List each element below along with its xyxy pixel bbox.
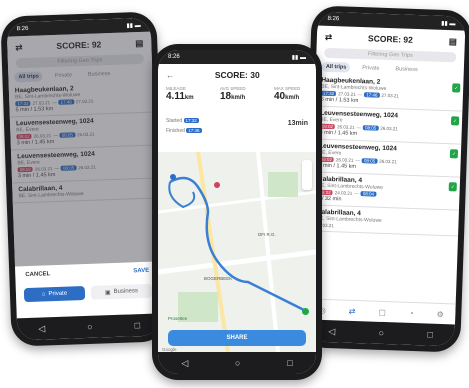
cancel-button[interactable]: CANCEL bbox=[25, 271, 50, 278]
route-map bbox=[158, 152, 316, 352]
score-title: SCORE: 92 bbox=[367, 33, 414, 45]
private-check-icon[interactable]: ✓ bbox=[452, 83, 461, 93]
back-arrow-icon[interactable]: ← bbox=[166, 70, 175, 80]
avg-speed-unit: km/h bbox=[231, 95, 246, 101]
end-badge: 08:05 bbox=[362, 125, 379, 131]
started-label: Started bbox=[166, 118, 183, 124]
mileage-unit: km bbox=[184, 95, 194, 101]
battery-icon: ▮▮ ▬ bbox=[441, 20, 456, 27]
trips-icon[interactable]: ⇄ bbox=[349, 306, 356, 315]
center-screen: 8:26 ▮▮ ▬ ← SCORE: 30 MILEAGE 4.11km AVG S… bbox=[158, 50, 316, 374]
android-nav-bar: ◁ ○ □ bbox=[158, 352, 316, 374]
tab-all-trips[interactable]: All trips bbox=[321, 61, 351, 73]
status-time: 8:26 bbox=[16, 25, 29, 33]
back-nav-icon[interactable]: ◁ bbox=[38, 323, 45, 334]
trip-start-date: 24.03.21 bbox=[334, 190, 353, 196]
private-button[interactable]: ⌂ Private bbox=[23, 286, 86, 303]
finished-row: Finished 17:46 bbox=[166, 128, 202, 134]
briefcase-icon: ▣ bbox=[104, 289, 111, 296]
private-check-icon[interactable]: ✓ bbox=[450, 116, 460, 126]
header: ← SCORE: 30 bbox=[158, 64, 316, 86]
private-label: Private bbox=[48, 290, 68, 298]
time-panel: Started 17:32 Finished 17:46 13min bbox=[158, 116, 316, 138]
document-icon[interactable]: ▤ bbox=[449, 36, 457, 47]
max-speed-unit: km/h bbox=[285, 95, 300, 101]
avg-speed-value: 18 bbox=[220, 91, 232, 102]
map-road-label: BOGERBEEK bbox=[204, 276, 233, 281]
avg-speed-stat: AVG SPEED 18km/h bbox=[220, 86, 246, 102]
battery-icon: ▮▮ ▬ bbox=[126, 22, 141, 29]
private-check-icon[interactable]: ✓ bbox=[448, 182, 457, 192]
start-badge: 17:32 bbox=[320, 90, 337, 97]
start-badge: 08:02 bbox=[319, 123, 336, 130]
right-phone: 8:26 ▮▮ ▬ ⇄ SCORE: 92 ▤ Filtering Geo Tri… bbox=[300, 5, 469, 353]
list-item[interactable]: Leuvensesteenweg, 1024 BE, Evere 08:02 26… bbox=[313, 106, 463, 145]
list-item[interactable]: Calabrillaan, 4 BE, Sint-Lambrechts-Wolu… bbox=[311, 172, 461, 211]
max-speed-value: 40 bbox=[274, 91, 286, 102]
back-icon[interactable]: ⇄ bbox=[325, 31, 332, 42]
recents-nav-icon[interactable]: □ bbox=[134, 320, 140, 330]
trip-end-date: 27.03.21 bbox=[381, 92, 400, 99]
trip-start-date: 27.03.21 bbox=[338, 91, 356, 97]
trip-stats-panel: MILEAGE 4.11km AVG SPEED 18km/h MAX SPEED 4… bbox=[158, 86, 316, 116]
recents-nav-icon[interactable]: □ bbox=[287, 358, 292, 368]
duration-value: 13min bbox=[287, 120, 308, 127]
status-time: 8:26 bbox=[168, 54, 180, 60]
end-badge: 08:04 bbox=[360, 191, 377, 197]
settings-icon[interactable]: ⚙ bbox=[436, 309, 443, 318]
score-title: SCORE: 30 bbox=[214, 70, 260, 80]
home-icon: ⌂ bbox=[41, 291, 46, 298]
list-item[interactable]: Leuvensesteenweg, 1024 BE, Evere 08:02 26… bbox=[312, 139, 462, 178]
max-speed-stat: MAX SPEED 40km/h bbox=[274, 86, 300, 102]
private-check-icon[interactable]: ✓ bbox=[449, 149, 459, 159]
finished-label: Finished bbox=[166, 128, 185, 134]
list-item[interactable]: Calabrillaan, 4 BE, Sint-Lambrechts-Wolu… bbox=[310, 205, 459, 237]
end-badge: 17:46 bbox=[364, 92, 380, 98]
business-label: Business bbox=[113, 288, 139, 296]
tab-business[interactable]: Business bbox=[391, 64, 422, 75]
tab-private[interactable]: Private bbox=[358, 63, 383, 74]
back-nav-icon[interactable]: ◁ bbox=[181, 358, 188, 369]
android-nav-bar: ◁ ○ □ bbox=[306, 319, 455, 347]
trip-start-date: 26.03.21 bbox=[336, 124, 355, 130]
list-item[interactable]: Haagbeukenlaan, 2 BE, Sint-Lambrechts-Wo… bbox=[314, 73, 464, 112]
mileage-stat: MILEAGE 4.11km bbox=[166, 86, 194, 102]
started-row: Started 17:32 bbox=[166, 118, 199, 124]
end-badge: 08:05 bbox=[361, 158, 378, 164]
back-nav-icon[interactable]: ◁ bbox=[328, 326, 335, 337]
mileage-value: 4.11 bbox=[166, 91, 185, 102]
trip-end-date: 26.03.21 bbox=[380, 125, 398, 132]
home-nav-icon[interactable]: ○ bbox=[235, 358, 240, 368]
finish-time-badge: 17:46 bbox=[186, 128, 202, 133]
map-view[interactable]: BOGERBEEK Prairie Terra Prosetten DFI R.… bbox=[158, 152, 316, 352]
business-button[interactable]: ▣ Business bbox=[90, 283, 153, 300]
right-screen: 8:26 ▮▮ ▬ ⇄ SCORE: 92 ▤ Filtering Geo Tri… bbox=[306, 11, 466, 347]
save-button[interactable]: SAVE bbox=[133, 268, 149, 275]
left-screen: 8:26 ▮▮ ▬ ⇄ SCORE: 92 ▤ Filtering Geo Tri… bbox=[6, 17, 162, 341]
share-button[interactable]: SHARE bbox=[168, 330, 306, 346]
reports-icon[interactable]: ▢ bbox=[378, 307, 386, 316]
map-controls[interactable] bbox=[302, 160, 312, 190]
map-poi-label: Prosetten bbox=[168, 316, 188, 321]
center-phone: 8:26 ▮▮ ▬ ← SCORE: 30 MILEAGE 4.11km AVG S… bbox=[152, 44, 322, 380]
trip-end-date: 26.03.21 bbox=[379, 158, 397, 165]
status-time: 8:26 bbox=[327, 15, 340, 23]
end-marker-icon[interactable] bbox=[302, 308, 309, 315]
android-nav-bar: ◁ ○ □ bbox=[16, 313, 162, 341]
battery-icon: ▮▮ ▬ bbox=[291, 54, 306, 61]
stop-marker-icon[interactable] bbox=[214, 182, 220, 188]
map-place-label: DFI R.G. bbox=[258, 232, 276, 237]
home-nav-icon[interactable]: ○ bbox=[378, 328, 384, 338]
speed-icon[interactable]: ◔ bbox=[409, 308, 414, 317]
start-marker-icon[interactable] bbox=[170, 174, 176, 180]
left-phone: 8:26 ▮▮ ▬ ⇄ SCORE: 92 ▤ Filtering Geo Tri… bbox=[0, 11, 168, 347]
start-time-badge: 17:32 bbox=[183, 118, 199, 123]
status-bar: 8:26 ▮▮ ▬ bbox=[158, 50, 316, 64]
trip-start-date: 26.03.21 bbox=[335, 157, 354, 163]
recents-nav-icon[interactable]: □ bbox=[427, 330, 433, 340]
home-nav-icon[interactable]: ○ bbox=[87, 322, 93, 332]
trip-type-sheet: CANCEL SAVE ⌂ Private ▣ Business bbox=[15, 261, 161, 319]
